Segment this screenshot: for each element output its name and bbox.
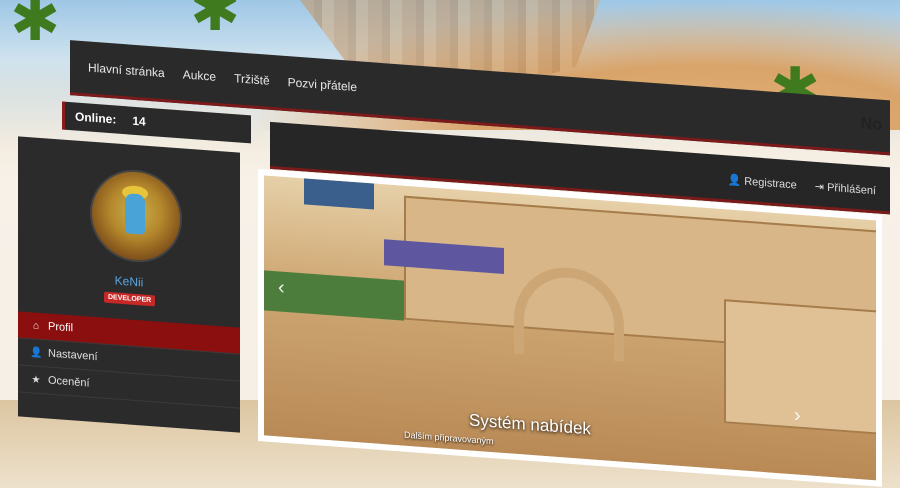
profile-menu: ⌂ Profil 👤 Nastavení ★ Ocenění [18, 311, 240, 409]
user-icon: 👤 [727, 174, 742, 188]
login-link[interactable]: ⇥ Přihlášení [815, 180, 876, 197]
register-label: Registrace [744, 175, 797, 192]
nav-market[interactable]: Tržiště [234, 71, 270, 88]
online-counter: Online: 14 [62, 101, 251, 144]
tower-building [724, 299, 878, 435]
home-icon: ⌂ [32, 319, 40, 332]
online-count: 14 [132, 113, 146, 129]
avatar[interactable] [90, 166, 182, 266]
nav-home[interactable]: Hlavní stránka [88, 60, 165, 80]
star-icon: ★ [31, 373, 41, 386]
page-stage: Hlavní stránka Aukce Tržiště Pozvi přáte… [0, 0, 900, 487]
profile-sidebar: KeNii DEVELOPER ⌂ Profil 👤 Nastavení ★ O… [18, 136, 240, 433]
green-awning [264, 270, 404, 321]
sidebar-item-label: Nastavení [48, 347, 98, 364]
nav-invite-friends[interactable]: Pozvi přátele [288, 75, 357, 94]
register-link[interactable]: 👤 Registrace [727, 173, 796, 191]
sign-in-icon: ⇥ [814, 180, 825, 194]
image-carousel: ‹ › Systém nabídek Dalším připravovaným [258, 168, 882, 487]
nav-auctions[interactable]: Aukce [183, 67, 216, 83]
user-icon: 👤 [30, 346, 43, 359]
login-label: Přihlášení [827, 181, 876, 198]
carousel-prev-arrow[interactable]: ‹ [278, 276, 285, 299]
sidebar-item-label: Ocenění [48, 374, 90, 390]
site-brand: No [860, 115, 882, 134]
online-label: Online: [75, 109, 117, 127]
carousel-subtitle: Dalším připravovaným [404, 429, 494, 447]
avatar-character-shape [125, 193, 145, 235]
sidebar-item-label: Profil [48, 320, 74, 335]
carousel-next-arrow[interactable]: › [794, 404, 801, 427]
blue-awning [304, 178, 374, 210]
username[interactable]: KeNii [18, 266, 240, 296]
role-badge: DEVELOPER [104, 291, 156, 307]
